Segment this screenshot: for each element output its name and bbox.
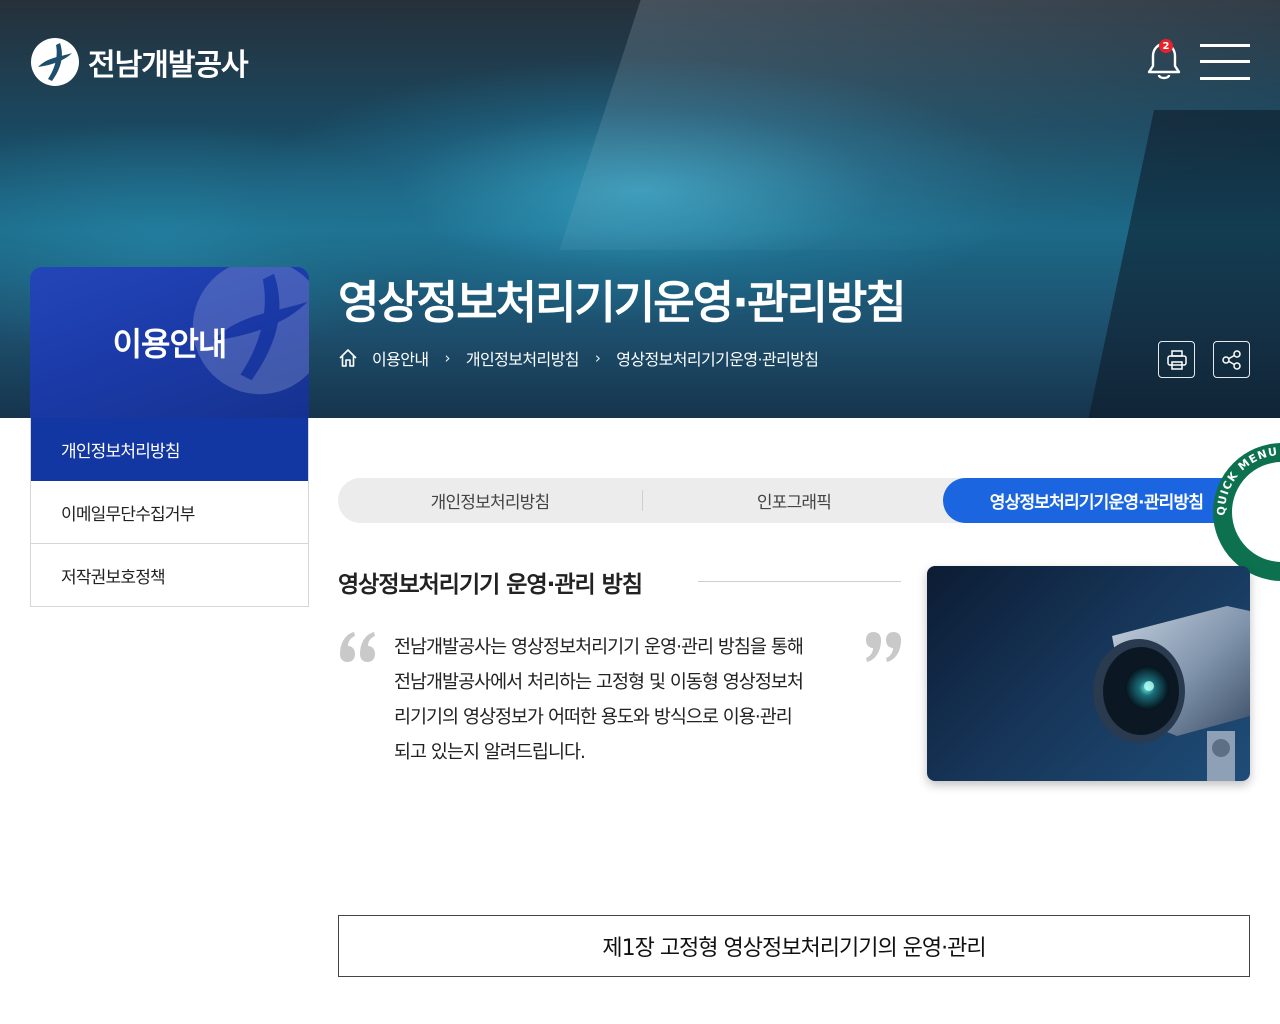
chevron-right-icon: › <box>444 349 450 367</box>
chevron-right-icon: › <box>594 349 601 367</box>
intro-quote-line: 되고 있는지 알려드립니다. <box>394 742 586 763</box>
quote-open-icon <box>340 632 375 662</box>
logo-icon <box>31 38 79 86</box>
print-icon <box>1166 349 1187 370</box>
tab-privacy-policy[interactable]: 개인정보처리방침 <box>338 478 642 523</box>
logo-text: 전남개발공사 <box>88 48 249 83</box>
intro-quote-line: 리기기의 영상정보가 어떠한 용도와 방식으로 이용·관리 <box>394 707 793 728</box>
quick-menu-label: QUICK MENU SERVICE <box>1215 445 1280 516</box>
tab-cctv-policy[interactable]: 영상정보처리기기운영·관리방침 <box>943 478 1250 523</box>
share-button[interactable] <box>1213 341 1250 378</box>
side-nav-item-email-refusal[interactable]: 이메일무단수집거부 <box>31 481 308 544</box>
notification-badge: 2 <box>1159 39 1173 53</box>
tab-bar: 개인정보처리방침 인포그래픽 영상정보처리기기운영·관리방침 <box>338 478 1250 523</box>
side-nav-item-copyright-policy[interactable]: 저작권보호정책 <box>31 544 308 607</box>
breadcrumb: 이용안내 › 개인정보처리방침 › 영상정보처리기기운영·관리방침 <box>338 346 819 370</box>
intro-quote-line: 전남개발공사는 영상정보처리기기 운영·관리 방침을 통해 <box>394 637 804 658</box>
side-nav-item-privacy-policy[interactable]: 개인정보처리방침 <box>31 418 308 481</box>
page-title: 영상정보처리기기운영·관리방침 <box>338 276 907 329</box>
svg-text:QUICK MENU SERVICE: QUICK MENU SERVICE <box>1215 445 1280 516</box>
breadcrumb-item[interactable]: 개인정보처리방침 <box>466 346 580 370</box>
print-button[interactable] <box>1158 341 1195 378</box>
intro-quote: 전남개발공사는 영상정보처리기기 운영·관리 방침을 통해 전남개발공사에서 처… <box>394 630 854 770</box>
quote-close-icon <box>866 632 901 662</box>
content-title: 영상정보처리기기 운영·관리 방침 <box>338 572 643 598</box>
chapter-heading: 제1장 고정형 영상정보처리기기의 운영·관리 <box>338 915 1250 977</box>
title-divider <box>698 581 901 582</box>
home-icon[interactable] <box>338 348 358 368</box>
page: 전남개발공사 2 이용안내 영상정보처리기기운영·관리방침 이용안내 › 개인정… <box>0 0 1280 1024</box>
share-icon <box>1221 349 1241 370</box>
section-title: 이용안내 <box>112 325 228 363</box>
cctv-camera-image <box>927 566 1250 781</box>
tab-infographic[interactable]: 인포그래픽 <box>642 478 946 523</box>
section-title-box: 이용안내 <box>30 267 309 418</box>
breadcrumb-item-current[interactable]: 영상정보처리기기운영·관리방침 <box>616 346 819 370</box>
hamburger-menu-icon[interactable] <box>1200 44 1250 80</box>
breadcrumb-item[interactable]: 이용안내 <box>372 346 429 370</box>
side-nav: 개인정보처리방침 이메일무단수집거부 저작권보호정책 <box>30 418 309 607</box>
intro-quote-line: 전남개발공사에서 처리하는 고정형 및 이동형 영상정보처 <box>394 672 804 693</box>
logo-link[interactable]: 전남개발공사 <box>30 36 249 88</box>
